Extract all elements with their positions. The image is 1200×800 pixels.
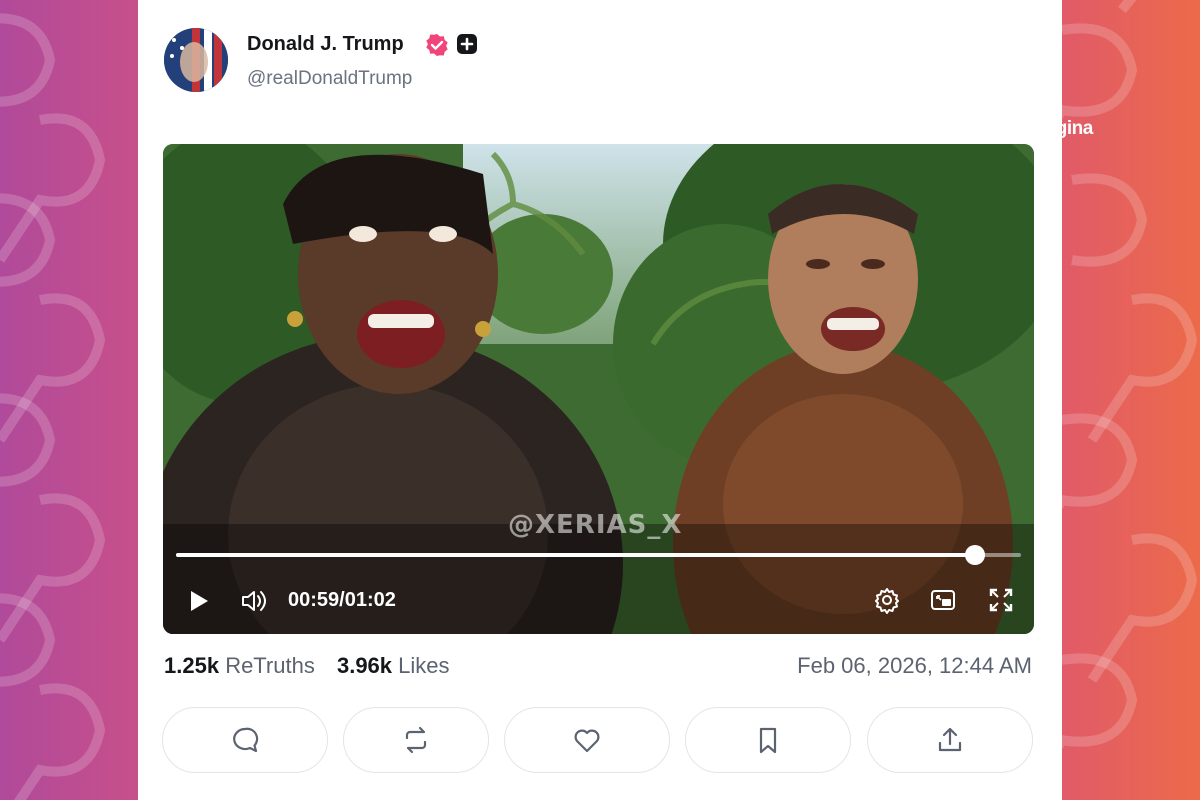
- likes-count[interactable]: 3.96k: [337, 653, 392, 678]
- comment-icon: [233, 727, 259, 753]
- like-button[interactable]: [504, 707, 670, 773]
- post-stats: 1.25k ReTruths 3.96k Likes: [164, 653, 450, 679]
- bookmark-button[interactable]: [685, 707, 851, 773]
- author-avatar[interactable]: [164, 28, 228, 92]
- fullscreen-icon[interactable]: [987, 586, 1015, 614]
- play-icon[interactable]: [183, 586, 213, 616]
- author-name[interactable]: Donald J. Trump: [247, 33, 404, 56]
- video-progress-bar[interactable]: [176, 545, 1021, 565]
- plus-badge-icon: [457, 34, 477, 54]
- retruths-label[interactable]: ReTruths: [225, 653, 315, 678]
- retruth-button[interactable]: [343, 707, 489, 773]
- volume-icon[interactable]: [239, 586, 269, 616]
- share-icon: [938, 727, 962, 752]
- video-progress-handle[interactable]: [964, 545, 985, 565]
- share-button[interactable]: [867, 707, 1033, 773]
- likes-label[interactable]: Likes: [398, 653, 449, 678]
- retruth-icon: [405, 726, 427, 754]
- post-timestamp[interactable]: Feb 06, 2026, 12:44 AM: [797, 653, 1032, 679]
- video-progress-fill: [176, 553, 975, 557]
- like-icon: [574, 729, 600, 753]
- comment-button[interactable]: [162, 707, 328, 773]
- verified-badge-icon: [426, 34, 448, 56]
- brand-wordmark: primeirapágina: [970, 118, 1093, 139]
- author-handle[interactable]: @realDonaldTrump: [247, 68, 412, 90]
- retruths-count[interactable]: 1.25k: [164, 653, 219, 678]
- video-frame: [163, 144, 1034, 634]
- video-player[interactable]: @XERIAS_X 00:59/01:02: [163, 144, 1034, 634]
- bookmark-icon: [759, 727, 777, 754]
- video-watermark: @XERIAS_X: [508, 510, 683, 540]
- settings-icon[interactable]: [873, 586, 901, 614]
- video-time: 00:59/01:02: [288, 589, 396, 611]
- picture-in-picture-icon[interactable]: [929, 586, 957, 614]
